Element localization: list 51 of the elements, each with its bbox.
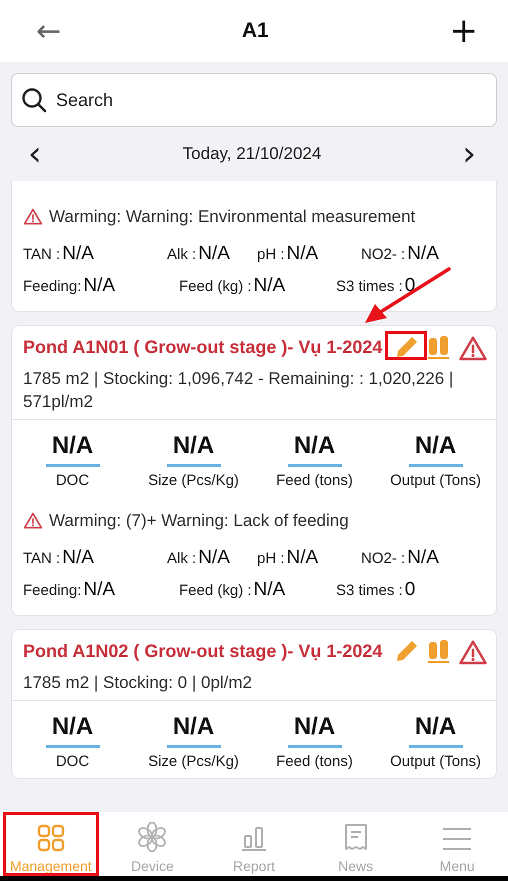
parameter-reading: Feed (kg) :N/A [179, 275, 286, 297]
stat-value: N/A [46, 713, 100, 748]
parameter-reading: pH :N/A [257, 243, 320, 265]
parameter-reading: Feeding:N/A [23, 579, 116, 601]
page-title: A1 [242, 19, 269, 43]
pond-title[interactable]: Pond A1N02 ( Grow-out stage )- Vụ 1-2024 [23, 641, 382, 662]
stat-value: N/A [288, 432, 342, 467]
menu-icon [442, 826, 472, 852]
stat-value: N/A [46, 432, 100, 467]
parameter-reading: S3 times :0 [336, 275, 416, 297]
parameter-reading: pH :N/A [257, 547, 320, 569]
previous-day-button[interactable]: ‹ [24, 137, 46, 171]
pond-details: 1785 m2 | Stocking: 1,096,742 - Remaining: : 1,020,226 | 571pl/m2 [23, 368, 454, 413]
grid-icon [36, 824, 65, 852]
parameter-reading: Feed (kg) :N/A [179, 579, 286, 601]
parameter-reading: NO2- :N/A [361, 243, 440, 265]
stat-value: N/A [288, 713, 342, 748]
stat-value: N/A [166, 713, 220, 748]
parameter-reading: Feeding:N/A [23, 275, 116, 297]
stat-value: N/A [408, 713, 462, 748]
stat-value: N/A [408, 432, 462, 467]
parameter-reading: Alk :N/A [167, 547, 231, 569]
stat-label: Output (Tons) [390, 472, 481, 489]
parameter-reading: S3 times :0 [336, 579, 416, 601]
stat-label: Size (Pcs/Kg) [148, 472, 239, 489]
next-day-button[interactable]: › [458, 137, 480, 171]
stat-label: Feed (tons) [276, 472, 353, 489]
fan-icon [137, 822, 168, 852]
parameter-reading: TAN :N/A [23, 243, 95, 265]
parameter-reading: NO2- :N/A [361, 547, 440, 569]
pond-title[interactable]: Pond A1N01 ( Grow-out stage )- Vụ 1-2024 [23, 337, 382, 358]
bar-chart-icon [240, 824, 268, 852]
parameter-reading: Alk :N/A [167, 243, 231, 265]
add-button[interactable]: + [450, 11, 478, 51]
stat-label: Feed (tons) [276, 753, 353, 770]
date-label: Today, 21/10/2024 [182, 144, 322, 164]
pond-details: 1785 m2 | Stocking: 0 | 0pl/m2 [23, 672, 254, 694]
warning-text: Warming: Warning: Environmental measurement [49, 207, 416, 227]
stat-label: Size (Pcs/Kg) [148, 753, 239, 770]
pencil-icon[interactable] [394, 334, 420, 360]
parameter-reading: TAN :N/A [23, 547, 95, 569]
stat-label: DOC [56, 753, 90, 770]
search-field[interactable]: Search [11, 73, 497, 127]
warning-icon [23, 207, 43, 227]
warning-text: Warming: (7)+ Warning: Lack of feeding [49, 511, 349, 531]
back-button[interactable]: ← [36, 14, 62, 48]
stat-label: Output (Tons) [390, 753, 481, 770]
bars-icon[interactable] [426, 334, 452, 360]
stat-value: N/A [166, 432, 220, 467]
warning-icon [23, 511, 43, 531]
stat-label: DOC [56, 472, 90, 489]
